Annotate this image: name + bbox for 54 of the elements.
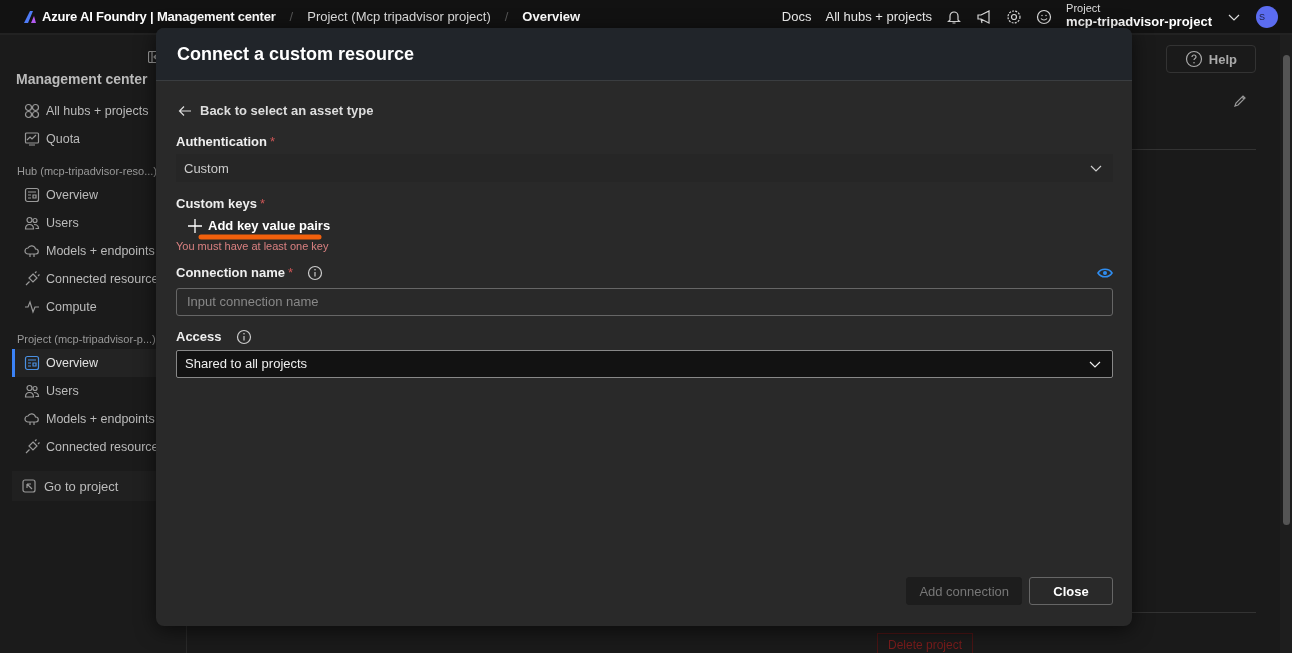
scrollbar[interactable] <box>1280 35 1292 653</box>
dropdown[interactable]: Shared to all projects <box>176 349 1113 378</box>
plus-icon <box>188 218 202 233</box>
sidebar-title: Management center <box>15 70 149 89</box>
connection-name-field[interactable]: Input connection name <box>176 287 1113 316</box>
settings-icon[interactable] <box>1006 8 1023 25</box>
dashboard-icon <box>24 355 40 371</box>
megaphone-icon[interactable] <box>976 8 993 25</box>
pulse-icon <box>24 299 40 315</box>
help-button[interactable]: Help <box>1165 45 1256 73</box>
sidebar-group-label: Hub (mcp-tripadvisor-reso...) <box>16 164 158 179</box>
info-icon <box>307 264 324 281</box>
cloud-icon <box>24 411 40 427</box>
pencil-icon[interactable] <box>1232 93 1248 109</box>
people-icon <box>24 383 40 399</box>
dashboard-icon <box>24 187 40 203</box>
field-label: Custom keys * <box>176 195 265 211</box>
sidebar-item[interactable]: Models + endpoints <box>12 405 186 433</box>
dropdown-value: Shared to all projects <box>185 356 308 371</box>
breadcrumb-link[interactable]: Overview <box>522 9 581 24</box>
error-message: You must have at least one key <box>176 239 330 252</box>
add-key-value-pairs-button[interactable]: Add key value pairs <box>188 218 331 233</box>
nav-link[interactable]: Docs <box>781 9 812 24</box>
app-title: Azure AI Foundry | Management center <box>42 9 276 24</box>
info-icon <box>235 328 252 345</box>
breadcrumb-separator: / <box>289 9 294 24</box>
user-avatar[interactable]: S <box>1256 5 1278 28</box>
nav-link[interactable]: All hubs + projects <box>825 9 933 24</box>
help-icon <box>1184 50 1203 68</box>
dialog-button[interactable]: Close <box>1029 577 1113 605</box>
people-icon <box>24 215 40 231</box>
smiley-icon[interactable] <box>1036 8 1053 25</box>
sidebar-item[interactable]: Users <box>12 377 186 405</box>
sidebar-item[interactable]: Connected resource <box>12 433 186 461</box>
chart-icon <box>24 131 40 147</box>
plug-icon <box>24 271 40 287</box>
field-label: Authentication * <box>176 133 276 149</box>
field-label: Access <box>176 329 222 344</box>
sidebar-item[interactable]: Users <box>12 209 186 237</box>
field-label: Connection name * <box>176 265 294 280</box>
open-external-icon <box>22 479 36 493</box>
arrow-left-icon <box>178 104 192 117</box>
dialog-title: Connect a custom resource <box>177 43 415 65</box>
cloud-icon <box>24 243 40 259</box>
bell-icon[interactable] <box>946 8 963 25</box>
project-name: mcp-tripadvisor-project <box>1066 15 1212 29</box>
breadcrumb-separator: / <box>504 9 509 24</box>
plug-icon <box>24 439 40 455</box>
project-label: Project <box>1066 1 1102 15</box>
eye-icon <box>1097 266 1113 279</box>
logo-icon <box>22 8 38 25</box>
dropdown-value: Custom <box>184 160 229 176</box>
grid-icon <box>24 103 40 119</box>
breadcrumb-link[interactable]: Project (Mcp tripadvisor project) <box>307 9 491 24</box>
